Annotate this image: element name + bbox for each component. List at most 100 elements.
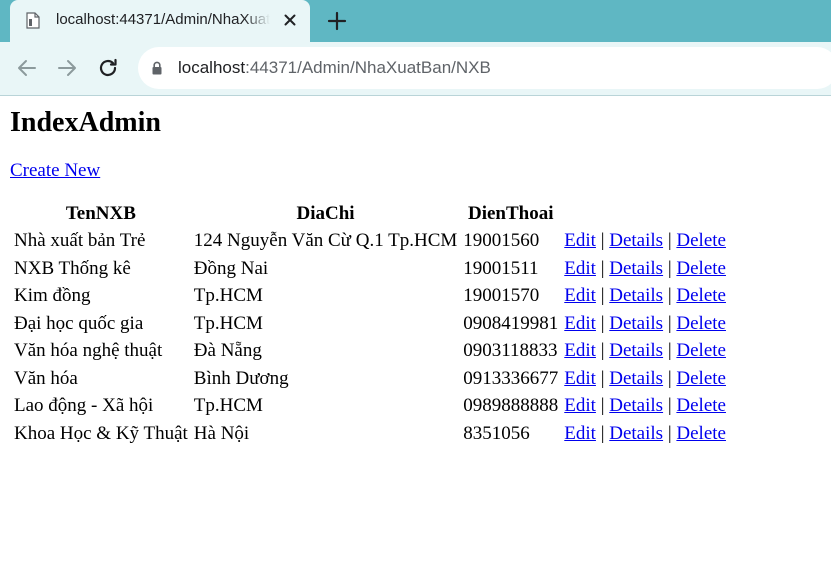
cell-diachi: Hà Nội xyxy=(193,422,250,444)
link-separator: | xyxy=(663,257,677,279)
table-row: Nhà xuất bản Trẻ 124 Nguyễn Văn Cừ Q.1 Tp… xyxy=(12,228,728,254)
table-header-row: TenNXB DiaChi DienThoai xyxy=(12,202,728,226)
link-separator: | xyxy=(663,312,677,334)
details-link[interactable]: Details xyxy=(609,368,663,389)
cell-tennxb: Kim đồng xyxy=(14,285,91,306)
link-separator: | xyxy=(663,367,677,389)
cell-actions: Edit | Details | Delete xyxy=(562,338,728,364)
cell-diachi: 124 Nguyễn Văn Cừ Q.1 Tp.HCM xyxy=(193,230,458,251)
page-content: IndexAdmin Create New TenNXB DiaChi Dien… xyxy=(10,96,821,448)
browser-toolbar: localhost:44371/Admin/NhaXuatBan/NXB xyxy=(0,42,831,96)
column-header-diachi: DiaChi xyxy=(296,203,355,224)
details-link[interactable]: Details xyxy=(609,285,663,306)
cell-dienthoai: 19001570 xyxy=(463,285,540,306)
delete-link[interactable]: Delete xyxy=(676,395,726,416)
cell-actions: Edit | Details | Delete xyxy=(562,421,728,447)
back-arrow-icon[interactable] xyxy=(15,56,39,80)
tab-strip: localhost:44371/Admin/NhaXuatBan/NXB xyxy=(0,0,831,42)
cell-tennxb: Văn hóa nghệ thuật xyxy=(14,340,163,361)
link-separator: | xyxy=(663,230,677,251)
edit-link[interactable]: Edit xyxy=(564,340,596,361)
cell-dienthoai: 19001511 xyxy=(463,257,539,279)
edit-link[interactable]: Edit xyxy=(564,285,596,306)
details-link[interactable]: Details xyxy=(609,230,663,251)
details-link[interactable]: Details xyxy=(609,395,663,416)
table-row: Văn hóa nghệ thuật Đà Nẵng 0903118833 Edit … xyxy=(12,338,728,364)
link-separator: | xyxy=(663,395,677,416)
link-separator: | xyxy=(595,340,610,361)
cell-tennxb: NXB Thống kê xyxy=(14,257,131,279)
cell-diachi: Đồng Nai xyxy=(193,257,269,279)
column-header-tennxb: TenNXB xyxy=(65,203,136,224)
cell-dienthoai: 0908419981 xyxy=(463,312,559,334)
edit-link[interactable]: Edit xyxy=(564,423,596,444)
delete-link[interactable]: Delete xyxy=(676,230,726,251)
cell-tennxb: Nhà xuất bản Trẻ xyxy=(14,230,146,251)
close-icon[interactable] xyxy=(282,12,298,28)
table-row: Khoa Học & Kỹ Thuật Hà Nội 8351056 Edit | D… xyxy=(12,421,728,447)
reload-icon[interactable] xyxy=(96,56,120,80)
page-favicon-icon xyxy=(26,12,40,29)
link-separator: | xyxy=(595,285,610,306)
link-separator: | xyxy=(663,422,677,444)
cell-tennxb: Lao động - Xã hội xyxy=(14,395,154,416)
delete-link[interactable]: Delete xyxy=(676,258,726,279)
cell-dienthoai: 19001560 xyxy=(463,230,540,251)
edit-link[interactable]: Edit xyxy=(564,313,596,334)
cell-diachi: Bình Dương xyxy=(193,367,289,389)
delete-link[interactable]: Delete xyxy=(676,368,726,389)
edit-link[interactable]: Edit xyxy=(564,230,596,251)
cell-dienthoai: 0989888888 xyxy=(463,395,559,416)
cell-actions: Edit | Details | Delete xyxy=(562,393,728,419)
table-row: Đại học quốc gia Tp.HCM 0908419981 Edit | D… xyxy=(12,311,728,337)
cell-diachi: Tp.HCM xyxy=(193,395,263,416)
delete-link[interactable]: Delete xyxy=(676,285,726,306)
lock-icon[interactable] xyxy=(152,61,162,75)
browser-tab[interactable]: localhost:44371/Admin/NhaXuatBan/NXB xyxy=(10,0,310,42)
details-link[interactable]: Details xyxy=(609,340,663,361)
edit-link[interactable]: Edit xyxy=(564,395,596,416)
delete-link[interactable]: Delete xyxy=(676,313,726,334)
edit-link[interactable]: Edit xyxy=(564,258,596,279)
link-separator: | xyxy=(595,367,610,389)
edit-link[interactable]: Edit xyxy=(564,368,596,389)
cell-tennxb: Đại học quốc gia xyxy=(14,312,144,334)
publisher-table: TenNXB DiaChi DienThoai Nhà xuất bản Trẻ… xyxy=(10,200,730,448)
url-host: localhost xyxy=(178,58,246,77)
cell-actions: Edit | Details | Delete xyxy=(562,228,728,254)
cell-actions: Edit | Details | Delete xyxy=(562,311,728,337)
table-row: NXB Thống kê Đồng Nai 19001511 Edit | Detai… xyxy=(12,256,728,282)
url-text[interactable]: localhost:44371/Admin/NhaXuatBan/NXB xyxy=(178,58,491,78)
delete-link[interactable]: Delete xyxy=(676,340,726,361)
cell-diachi: Tp.HCM xyxy=(193,312,263,334)
link-separator: | xyxy=(595,230,610,251)
cell-tennxb: Văn hóa xyxy=(14,367,78,389)
cell-diachi: Đà Nẵng xyxy=(193,340,262,361)
create-new-link[interactable]: Create New xyxy=(10,160,100,182)
column-header-actions xyxy=(562,202,728,226)
link-separator: | xyxy=(663,340,677,361)
cell-tennxb: Khoa Học & Kỹ Thuật xyxy=(14,422,188,444)
table-row: Kim đồng Tp.HCM 19001570 Edit | Details | D… xyxy=(12,283,728,309)
cell-dienthoai: 8351056 xyxy=(463,422,530,444)
url-path: :44371/Admin/NhaXuatBan/NXB xyxy=(245,58,491,77)
table-body: Nhà xuất bản Trẻ 124 Nguyễn Văn Cừ Q.1 Tp… xyxy=(12,228,728,446)
link-separator: | xyxy=(595,312,610,334)
link-separator: | xyxy=(663,285,677,306)
cell-actions: Edit | Details | Delete xyxy=(562,283,728,309)
plus-icon[interactable] xyxy=(326,10,348,32)
details-link[interactable]: Details xyxy=(609,258,663,279)
link-separator: | xyxy=(595,257,610,279)
link-separator: | xyxy=(595,395,610,416)
table-row: Lao động - Xã hội Tp.HCM 0989888888 Edit | … xyxy=(12,393,728,419)
forward-arrow-icon[interactable] xyxy=(55,56,79,80)
table-row: Văn hóa Bình Dương 0913336677 Edit | Detail… xyxy=(12,366,728,392)
tab-title: localhost:44371/Admin/NhaXuatBan/NXB xyxy=(56,11,270,28)
cell-dienthoai: 0913336677 xyxy=(463,367,559,389)
delete-link[interactable]: Delete xyxy=(676,423,726,444)
details-link[interactable]: Details xyxy=(609,423,663,444)
cell-dienthoai: 0903118833 xyxy=(463,340,558,361)
cell-diachi: Tp.HCM xyxy=(193,285,263,306)
details-link[interactable]: Details xyxy=(609,313,663,334)
address-bar[interactable]: localhost:44371/Admin/NhaXuatBan/NXB xyxy=(138,47,831,89)
